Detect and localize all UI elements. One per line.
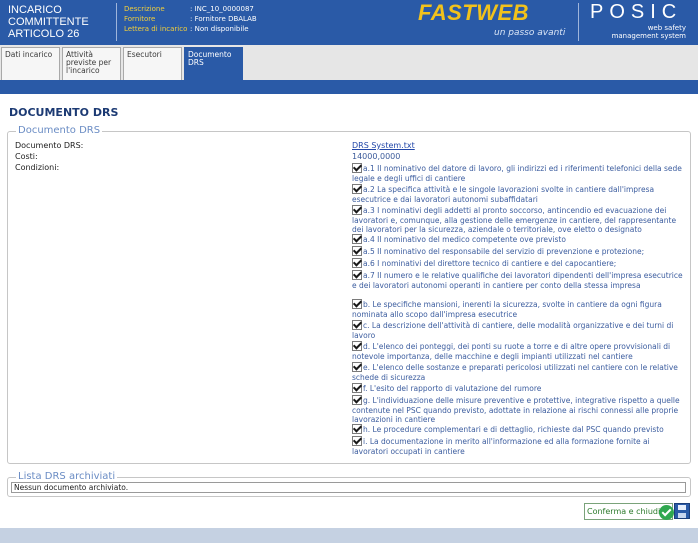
header-info-row: Lettera di incarico : Non disponibile [124,24,257,34]
header-title: INCARICO COMMITTENTE ARTICOLO 26 [8,4,89,40]
condition-item: f. L'esito del rapporto di valutazione d… [352,383,686,394]
confirm-close-button[interactable]: Conferma e chiudi [584,503,674,520]
condition-checkbox[interactable] [352,362,362,372]
condition-text: a.2 La specifica attività e le singole l… [352,185,655,204]
header-info-value: : Fornitore DBALAB [190,15,257,23]
header-title-line: ARTICOLO 26 [8,28,80,40]
header-divider [116,3,117,41]
header-info: Descrizione : INC_10_0000087 Fornitore :… [124,4,257,34]
condition-checkbox[interactable] [352,341,362,351]
condition-checkbox[interactable] [352,436,362,446]
condition-text: a.5 Il nominativo del responsabile del s… [363,247,645,256]
condition-checkbox[interactable] [352,246,362,256]
tab-esecutori[interactable]: Esecutori [123,47,182,80]
footer-bar [0,528,698,543]
condition-item: a.7 Il numero e le relative qualifiche d… [352,270,686,290]
header-info-row: Fornitore : Fornitore DBALAB [124,14,257,24]
condition-checkbox[interactable] [352,205,362,215]
condition-checkbox[interactable] [352,383,362,393]
field-label-costi: Costi: [15,152,38,161]
confirm-close-label: Conferma e chiudi [587,507,661,516]
page-title: DOCUMENTO DRS [9,106,119,119]
condition-checkbox[interactable] [352,270,362,280]
field-label-condizioni: Condizioni: [15,163,60,172]
condition-checkbox[interactable] [352,258,362,268]
condition-item: d. L'elenco dei ponteggi, dei ponti su r… [352,341,686,361]
header-info-value: : Non disponibile [190,25,249,33]
condition-item: a.6 I nominativi del direttore tecnico d… [352,258,686,269]
condition-text: b. Le specifiche mansioni, inerenti la s… [352,300,662,319]
condition-item: g. L'individuazione delle misure prevent… [352,395,686,425]
field-label-documento: Documento DRS: [15,141,84,150]
header-info-row: Descrizione : INC_10_0000087 [124,4,257,14]
condition-item: h. Le procedure complementari e di detta… [352,424,686,435]
condition-checkbox[interactable] [352,424,362,434]
condition-text: h. Le procedure complementari e di detta… [363,425,664,434]
product-subtitle-line: web safety [647,24,686,32]
condition-item: b. Le specifiche mansioni, inerenti la s… [352,299,686,319]
condition-item: a.5 Il nominativo del responsabile del s… [352,246,686,257]
header-info-label: Fornitore [124,15,156,23]
condition-checkbox[interactable] [352,320,362,330]
condition-item: e. L'elenco delle sostanze e preparati p… [352,362,686,382]
archived-drs-list: Nessun documento archiviato. [11,482,686,493]
header-title-line: COMMITTENTE [8,16,89,28]
brand-name: FASTWEB [418,0,530,25]
save-icon[interactable] [674,503,690,519]
product-subtitle: web safety management system [612,24,686,40]
condition-checkbox[interactable] [352,395,362,405]
condition-text: d. L'elenco dei ponteggi, dei ponti su r… [352,342,671,361]
tab-dati-incarico[interactable]: Dati incarico [1,47,60,80]
tab-bar: Dati incarico Attività previste per l'in… [0,45,698,80]
condition-checkbox[interactable] [352,299,362,309]
condition-item: a.1 Il nominativo del datore di lavoro, … [352,163,686,183]
tab-content-bar [0,80,698,94]
posic-logo: POSIC web safety management system [578,0,698,45]
product-subtitle-line: management system [611,32,686,40]
condition-text: f. L'esito del rapporto di valutazione d… [363,384,542,393]
condition-text: c. La descrizione dell'attività di canti… [352,321,674,340]
condition-text: g. L'individuazione delle misure prevent… [352,396,680,424]
app-header: INCARICO COMMITTENTE ARTICOLO 26 Descriz… [0,0,698,45]
header-info-label: Descrizione [124,5,165,13]
condition-checkbox[interactable] [352,184,362,194]
condition-text: a.4 Il nominativo del medico competente … [363,235,566,244]
section-legend: Lista DRS archiviati [16,471,118,482]
condition-item: a.3 I nominativi degli addetti al pronto… [352,205,686,235]
drs-file-link[interactable]: DRS System.txt [352,141,415,150]
tab-documento-drs[interactable]: Documento DRS [184,47,243,80]
condition-item: i. La documentazione in merito all'infor… [352,436,686,456]
condition-text: a.3 I nominativi degli addetti al pronto… [352,206,677,234]
condition-text: a.7 Il numero e le relative qualifiche d… [352,271,683,290]
condition-checkbox[interactable] [352,234,362,244]
brand-tagline: un passo avanti [494,28,566,38]
condition-text: a.6 I nominativi del direttore tecnico d… [363,259,617,268]
condition-item: a.2 La specifica attività e le singole l… [352,184,686,204]
condition-text: a.1 Il nominativo del datore di lavoro, … [352,164,682,183]
costi-value: 14000,0000 [352,152,401,161]
condition-text: i. La documentazione in merito all'infor… [352,437,650,456]
tab-attivita-previste[interactable]: Attività previste per l'incarico [62,47,121,80]
header-title-line: INCARICO [8,4,62,16]
fastweb-logo: FASTWEB un passo avanti [418,0,568,45]
product-name: POSIC [590,1,683,23]
header-info-value: : INC_10_0000087 [190,5,254,13]
section-legend: Documento DRS [16,125,103,136]
condition-text: e. L'elenco delle sostanze e preparati p… [352,363,678,382]
condition-checkbox[interactable] [352,163,362,173]
check-circle-icon [659,505,674,520]
condition-item: c. La descrizione dell'attività di canti… [352,320,686,340]
condition-item: a.4 Il nominativo del medico competente … [352,234,686,245]
header-info-label: Lettera di incarico [124,25,188,33]
